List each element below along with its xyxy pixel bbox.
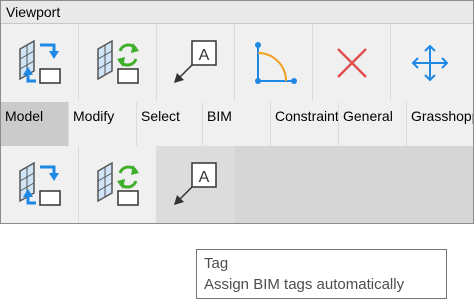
tooltip-description: Assign BIM tags automatically <box>204 276 405 293</box>
tooltip-title: Tag <box>204 255 229 272</box>
bim-tag-transfer-icon <box>18 161 61 206</box>
viewport-toolbar-panel: Viewport A Model Modify Select BIM Const… <box>0 0 474 224</box>
tooltip: Tag Assign BIM tags automatically <box>196 249 447 299</box>
panel-titlebar[interactable]: Viewport <box>1 1 473 24</box>
svg-text:A: A <box>198 47 209 64</box>
bim-tag-transfer-button[interactable] <box>1 146 79 223</box>
svg-text:A: A <box>198 169 209 186</box>
tag-icon: A <box>173 39 217 83</box>
tag-icon: A <box>173 161 217 205</box>
tab-modify[interactable]: Modify <box>69 102 137 146</box>
bim-update-sync-icon <box>96 161 139 206</box>
tab-general[interactable]: General <box>339 102 407 146</box>
tab-grasshopper[interactable]: Grasshopper <box>407 102 473 146</box>
delete-button[interactable] <box>313 24 391 101</box>
tag-button[interactable]: A <box>157 24 235 101</box>
constraint-arc-icon <box>254 41 297 84</box>
constraint-button[interactable] <box>235 24 313 101</box>
bim-update-sync-button[interactable] <box>79 146 157 223</box>
toolbar-tabs: Model Modify Select BIM Constraints Gene… <box>1 102 473 146</box>
toolbar-row-bottom: A <box>1 146 473 223</box>
move-button[interactable] <box>391 24 469 101</box>
tab-model[interactable]: Model <box>1 102 69 146</box>
panel-title: Viewport <box>6 4 61 20</box>
toolbar-empty-area <box>235 146 473 223</box>
tab-constraints[interactable]: Constraints <box>271 102 339 146</box>
tab-select[interactable]: Select <box>137 102 203 146</box>
tab-bim[interactable]: BIM <box>203 102 271 146</box>
bim-update-sync-icon <box>96 39 139 84</box>
bim-tag-transfer-button[interactable] <box>1 24 79 101</box>
tag-button-hovered[interactable]: A <box>157 146 235 223</box>
toolbar-row-top: A <box>1 24 473 101</box>
bim-tag-transfer-icon <box>18 39 61 84</box>
move-arrows-icon <box>411 44 449 81</box>
bim-update-sync-button[interactable] <box>79 24 157 101</box>
delete-x-icon <box>336 47 367 78</box>
